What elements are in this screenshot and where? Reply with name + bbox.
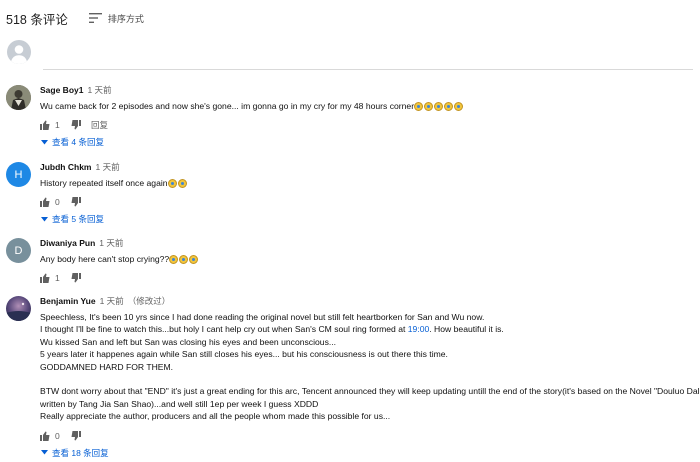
comment-thread: Benjamin Yue 1 天前 （修改过） Speechless, It's… bbox=[6, 295, 700, 460]
view-replies-button[interactable]: 查看 4 条回复 bbox=[40, 135, 694, 149]
comment-time[interactable]: 1 天前 bbox=[99, 237, 123, 249]
reply-button[interactable]: 回复 bbox=[91, 119, 108, 131]
timestamp-link[interactable]: 19:00 bbox=[408, 324, 430, 334]
dislike-icon[interactable] bbox=[71, 273, 81, 283]
avatar[interactable]: H bbox=[6, 162, 31, 187]
comment-thread: H Jubdh Chkm 1 天前 History repeated itsel… bbox=[6, 162, 694, 224]
like-icon[interactable] bbox=[40, 273, 50, 284]
dislike-icon[interactable] bbox=[71, 430, 81, 441]
crying-emoji-icons bbox=[169, 255, 199, 264]
avatar[interactable] bbox=[6, 85, 31, 110]
crying-emoji-icons bbox=[414, 102, 464, 111]
like-icon[interactable] bbox=[40, 120, 50, 131]
comment-count: 518 条评论 bbox=[6, 12, 68, 27]
comments-header: 518 条评论 排序方式 bbox=[6, 10, 144, 27]
add-comment-input[interactable] bbox=[43, 69, 693, 70]
comment-thread: Sage Boy1 1 天前 Wu came back for 2 episod… bbox=[6, 85, 694, 147]
like-icon[interactable] bbox=[40, 431, 50, 441]
sort-icon bbox=[88, 13, 102, 23]
comment-text: Wu came back for 2 episodes and now she'… bbox=[40, 100, 694, 112]
avatar[interactable]: D bbox=[6, 238, 31, 263]
sort-label: 排序方式 bbox=[107, 13, 144, 24]
comment-author[interactable]: Sage Boy1 bbox=[40, 85, 83, 95]
comment-time[interactable]: 1 天前 bbox=[95, 161, 119, 173]
comment-time[interactable]: 1 天前 bbox=[100, 295, 124, 307]
comment-text: Any body here can't stop crying?? bbox=[40, 253, 694, 265]
like-count: 0 bbox=[55, 197, 60, 208]
avatar-photo bbox=[6, 296, 31, 321]
comment-text: History repeated itself once again bbox=[40, 177, 694, 189]
sort-button[interactable]: 排序方式 bbox=[88, 12, 144, 25]
caret-down-icon bbox=[40, 138, 48, 146]
comment-thread: D Diwaniya Pun 1 天前 Any body here can't … bbox=[6, 238, 694, 286]
comment-author[interactable]: Diwaniya Pun bbox=[40, 238, 95, 248]
avatar-photo bbox=[6, 85, 31, 110]
comment-time[interactable]: 1 天前 bbox=[87, 84, 111, 96]
view-replies-button[interactable]: 查看 5 条回复 bbox=[40, 212, 694, 226]
dislike-icon[interactable] bbox=[71, 197, 81, 207]
add-comment-row bbox=[7, 40, 693, 70]
crying-emoji-icons bbox=[167, 179, 188, 188]
current-user-avatar bbox=[7, 40, 31, 64]
like-icon[interactable] bbox=[40, 197, 50, 208]
like-count: 1 bbox=[55, 120, 60, 131]
like-count: 0 bbox=[55, 430, 60, 441]
view-replies-button[interactable]: 查看 18 条回复 bbox=[40, 446, 694, 460]
comment-text: Speechless, It's been 10 yrs since I had… bbox=[40, 312, 700, 422]
dislike-icon[interactable] bbox=[71, 120, 81, 130]
caret-down-icon bbox=[40, 449, 48, 457]
user-silhouette-icon bbox=[10, 45, 28, 64]
avatar-letter: D bbox=[14, 244, 23, 257]
caret-down-icon bbox=[40, 215, 48, 223]
comment-author[interactable]: Benjamin Yue bbox=[40, 296, 96, 306]
edited-label: （修改过） bbox=[127, 296, 171, 306]
avatar[interactable] bbox=[6, 296, 31, 321]
comment-author[interactable]: Jubdh Chkm bbox=[40, 162, 91, 172]
avatar-letter: H bbox=[14, 168, 23, 181]
like-count: 1 bbox=[55, 273, 60, 284]
